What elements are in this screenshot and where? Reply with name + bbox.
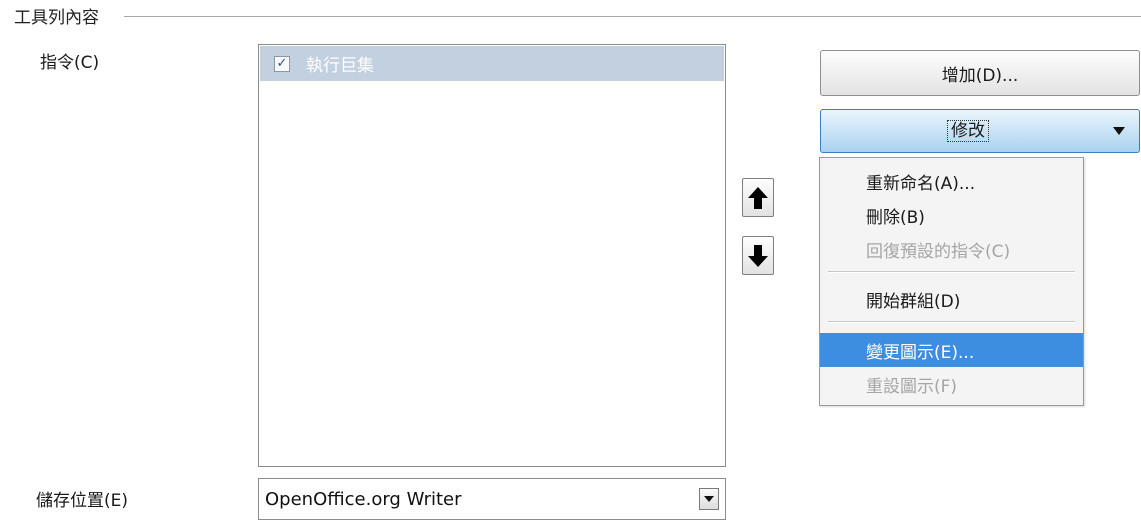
menu-separator (828, 271, 1075, 273)
toolbar-content-group-title: 工具列內容 (14, 8, 99, 28)
save-in-value: OpenOffice.org Writer (265, 489, 462, 510)
menu-separator (828, 321, 1075, 323)
menu-item-change-icon[interactable]: 變更圖示(E)... (820, 333, 1083, 367)
move-up-button[interactable] (742, 178, 774, 217)
menu-item-begin-group[interactable]: 開始群組(D) (820, 282, 1083, 316)
save-in-dropdown[interactable]: OpenOffice.org Writer (258, 478, 726, 520)
menu-item-restore-default-command: 回復預設的指令(C) (866, 241, 1011, 262)
commands-label: 指令(C) (40, 53, 100, 73)
add-button[interactable]: 增加(D)... (820, 50, 1140, 96)
save-in-dropdown-button[interactable] (699, 488, 719, 510)
menu-item-rename[interactable]: 重新命名(A)... (820, 164, 1083, 198)
caret-down-icon (704, 496, 714, 502)
move-down-button[interactable] (742, 236, 774, 275)
checkmark-icon: ✓ (276, 56, 288, 71)
list-item-label: 執行巨集 (306, 56, 374, 76)
commands-list[interactable]: ✓ 執行巨集 (258, 44, 726, 467)
modify-button[interactable]: 修改 (820, 109, 1140, 153)
arrow-up-icon (748, 186, 768, 209)
save-in-label: 儲存位置(E) (36, 491, 129, 511)
command-checkbox[interactable]: ✓ (274, 55, 290, 72)
modify-button-label: 修改 (947, 120, 989, 142)
add-button-label: 增加(D)... (941, 65, 1019, 86)
list-item-run-macro[interactable]: ✓ 執行巨集 (260, 46, 724, 81)
group-divider (124, 16, 1141, 17)
modify-menu: 重新命名(A)... 刪除(B) 回復預設的指令(C) 開始群組(D) 變更圖示… (819, 157, 1084, 406)
menu-item-reset-icon: 重設圖示(F) (866, 376, 958, 397)
caret-down-icon (1113, 127, 1125, 135)
menu-item-delete[interactable]: 刪除(B) (820, 198, 1083, 232)
arrow-down-icon (748, 244, 768, 267)
